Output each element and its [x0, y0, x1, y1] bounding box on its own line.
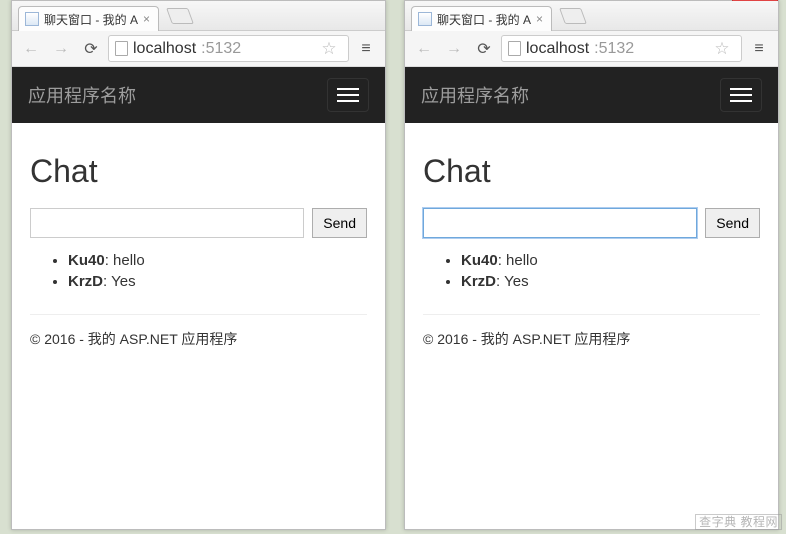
- forward-button[interactable]: →: [441, 36, 467, 62]
- app-navbar: 应用程序名称: [405, 67, 778, 123]
- browser-window-left: 聊天窗口 - 我的 A × ← → ⟳ localhost :5132 ☆ ≡ 应…: [11, 0, 386, 530]
- page-icon: [508, 41, 521, 56]
- watermark: 查字典 教程网: [693, 513, 782, 530]
- message-input[interactable]: [30, 208, 304, 238]
- url-host: localhost: [526, 40, 589, 58]
- browser-toolbar: ← → ⟳ localhost :5132 ☆ ≡: [12, 31, 385, 67]
- list-item: KrzD: Yes: [68, 273, 367, 290]
- browser-window-right: × 聊天窗口 - 我的 A × ← → ⟳ localhost :5132 ☆ ≡…: [404, 0, 779, 530]
- page-content: Chat Send Ku40: hello KrzD: Yes © 2016 -…: [405, 123, 778, 359]
- msg-text: Yes: [504, 273, 528, 290]
- divider: [30, 314, 367, 315]
- message-list: Ku40: hello KrzD: Yes: [441, 252, 760, 290]
- page-content: Chat Send Ku40: hello KrzD: Yes © 2016 -…: [12, 123, 385, 359]
- forward-button[interactable]: →: [48, 36, 74, 62]
- send-row: Send: [423, 208, 760, 238]
- page-title: Chat: [30, 153, 367, 190]
- url-host: localhost: [133, 40, 196, 58]
- tab-close-icon[interactable]: ×: [143, 12, 150, 26]
- app-brand[interactable]: 应用程序名称: [28, 82, 136, 108]
- nav-toggle-button[interactable]: [327, 78, 369, 112]
- new-tab-button[interactable]: [560, 8, 588, 24]
- page-icon: [115, 41, 128, 56]
- nav-toggle-button[interactable]: [720, 78, 762, 112]
- app-navbar: 应用程序名称: [12, 67, 385, 123]
- tab-close-icon[interactable]: ×: [536, 12, 543, 26]
- back-button[interactable]: ←: [18, 36, 44, 62]
- list-item: KrzD: Yes: [461, 273, 760, 290]
- browser-tab[interactable]: 聊天窗口 - 我的 A ×: [411, 6, 552, 31]
- divider: [423, 314, 760, 315]
- back-button[interactable]: ←: [411, 36, 437, 62]
- address-bar[interactable]: localhost :5132 ☆: [108, 35, 349, 62]
- msg-user: KrzD: [461, 273, 496, 290]
- favicon-icon: [418, 12, 432, 26]
- chrome-menu-button[interactable]: ≡: [746, 36, 772, 62]
- msg-user: Ku40: [68, 252, 105, 269]
- list-item: Ku40: hello: [461, 252, 760, 269]
- browser-toolbar: ← → ⟳ localhost :5132 ☆ ≡: [405, 31, 778, 67]
- tab-strip: 聊天窗口 - 我的 A ×: [405, 1, 778, 31]
- msg-text: Yes: [111, 273, 135, 290]
- message-list: Ku40: hello KrzD: Yes: [48, 252, 367, 290]
- bookmark-star-icon[interactable]: ☆: [316, 36, 342, 62]
- footer-text: © 2016 - 我的 ASP.NET 应用程序: [30, 329, 367, 349]
- msg-user: KrzD: [68, 273, 103, 290]
- new-tab-button[interactable]: [167, 8, 195, 24]
- chrome-menu-button[interactable]: ≡: [353, 36, 379, 62]
- url-port: :5132: [201, 40, 241, 58]
- address-bar[interactable]: localhost :5132 ☆: [501, 35, 742, 62]
- tab-title: 聊天窗口 - 我的 A: [44, 11, 138, 28]
- send-button[interactable]: Send: [705, 208, 760, 238]
- msg-text: hello: [506, 252, 538, 269]
- send-row: Send: [30, 208, 367, 238]
- msg-user: Ku40: [461, 252, 498, 269]
- tab-strip: 聊天窗口 - 我的 A ×: [12, 1, 385, 31]
- msg-text: hello: [113, 252, 145, 269]
- send-button[interactable]: Send: [312, 208, 367, 238]
- message-input[interactable]: [423, 208, 697, 238]
- bookmark-star-icon[interactable]: ☆: [709, 36, 735, 62]
- favicon-icon: [25, 12, 39, 26]
- browser-tab[interactable]: 聊天窗口 - 我的 A ×: [18, 6, 159, 31]
- footer-text: © 2016 - 我的 ASP.NET 应用程序: [423, 329, 760, 349]
- reload-button[interactable]: ⟳: [471, 36, 497, 62]
- list-item: Ku40: hello: [68, 252, 367, 269]
- tab-title: 聊天窗口 - 我的 A: [437, 11, 531, 28]
- app-brand[interactable]: 应用程序名称: [421, 82, 529, 108]
- url-port: :5132: [594, 40, 634, 58]
- page-title: Chat: [423, 153, 760, 190]
- reload-button[interactable]: ⟳: [78, 36, 104, 62]
